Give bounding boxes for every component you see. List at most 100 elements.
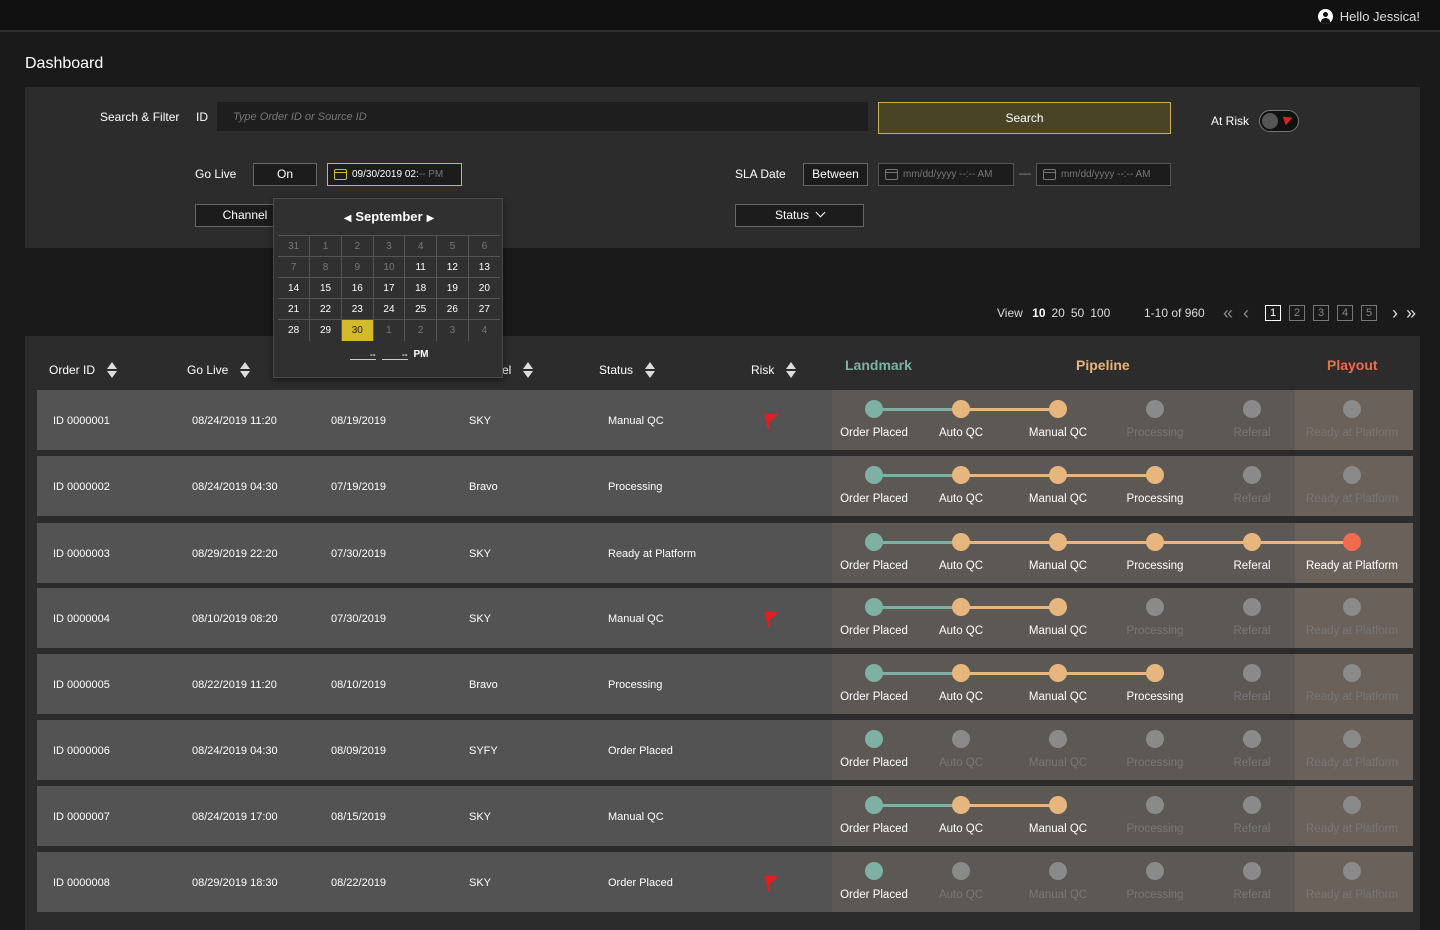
calendar-day[interactable]: 15 — [309, 277, 342, 299]
calendar-day[interactable]: 21 — [278, 298, 310, 320]
column-header-risk[interactable]: Risk — [751, 358, 797, 378]
last-page-icon[interactable]: » — [1406, 304, 1416, 322]
column-header-go-live[interactable]: Go Live — [187, 358, 251, 378]
calendar-day[interactable]: 1 — [372, 319, 405, 341]
id-search-input[interactable] — [217, 102, 868, 131]
progress-tracker: Order Placed Auto QC Manual QC Processing Re… — [832, 390, 1413, 450]
table-row[interactable]: ID 0000005 08/22/2019 11:20 08/10/2019 Brav… — [37, 654, 1413, 714]
table-row[interactable]: ID 0000008 08/29/2019 18:30 08/22/2019 SKY O… — [37, 852, 1413, 912]
calendar-day[interactable]: 9 — [340, 256, 374, 278]
order-id-cell: ID 0000007 — [53, 811, 110, 823]
calendar-day[interactable]: 23 — [340, 298, 374, 320]
first-page-icon[interactable]: « — [1223, 304, 1233, 322]
calendar-day[interactable]: 18 — [404, 277, 437, 299]
calendar-day[interactable]: 22 — [309, 298, 342, 320]
go-live-cell: 08/24/2019 04:30 — [192, 481, 278, 493]
calendar-day[interactable]: 30 — [340, 319, 374, 341]
page-size-option[interactable]: 100 — [1090, 306, 1110, 320]
next-month-icon[interactable]: ▶ — [427, 213, 435, 224]
risk-flag-icon — [764, 608, 781, 628]
calendar-day[interactable]: 8 — [309, 256, 342, 278]
calendar-day[interactable]: 27 — [467, 298, 500, 320]
calendar-day[interactable]: 16 — [340, 277, 374, 299]
calendar-day[interactable]: 13 — [467, 256, 500, 278]
stage-label: Auto QC — [938, 560, 984, 572]
channel-cell: SKY — [469, 613, 492, 625]
stage-dot — [1243, 796, 1261, 814]
sort-icon — [523, 362, 534, 378]
calendar-day[interactable]: 26 — [436, 298, 469, 320]
id-label: ID — [196, 110, 208, 124]
go-live-cell: 08/24/2019 04:30 — [192, 745, 278, 757]
calendar-day[interactable]: 20 — [467, 277, 500, 299]
playout-section — [1295, 720, 1413, 780]
calendar-day[interactable]: 14 — [278, 277, 310, 299]
calendar-week: 14 15 16 17 18 19 20 — [278, 277, 500, 299]
column-header-status[interactable]: Status — [599, 358, 656, 378]
order-id-cell: ID 0000006 — [53, 745, 110, 757]
ampm-toggle[interactable]: PM — [414, 349, 429, 360]
calendar-day[interactable]: 6 — [467, 235, 500, 257]
next-page-icon[interactable]: › — [1392, 304, 1398, 322]
go-live-mode-select[interactable]: On — [253, 163, 317, 186]
calendar-day[interactable]: 11 — [404, 256, 437, 278]
prev-month-icon[interactable]: ◀ — [344, 213, 352, 224]
table-row[interactable]: ID 0000002 08/24/2019 04:30 07/19/2019 Brav… — [37, 456, 1413, 516]
page-size-option[interactable]: 50 — [1071, 306, 1084, 320]
sla-to-input[interactable]: mm/dd/yyyy --:-- AM — [1036, 163, 1171, 186]
calendar-day[interactable]: 4 — [404, 235, 437, 257]
stage-label: Ready at Platform — [1305, 823, 1399, 835]
calendar-day[interactable]: 3 — [372, 235, 405, 257]
go-live-cell: 08/24/2019 17:00 — [192, 811, 278, 823]
date-picker-popup: ◀ September ▶ 31 1 2 3 4 5 6 7 8 9 10 11 12 13 14 15 16 17 1… — [273, 198, 503, 378]
table-row[interactable]: ID 0000006 08/24/2019 04:30 08/09/2019 SYFY… — [37, 720, 1413, 780]
minute-input[interactable]: -- — [381, 350, 408, 360]
stage-dot — [1146, 533, 1164, 551]
calendar-day[interactable]: 2 — [340, 235, 374, 257]
sla-from-input[interactable]: mm/dd/yyyy --:-- AM — [878, 163, 1014, 186]
page-number-button[interactable]: 1 — [1265, 305, 1281, 321]
view-label: View — [997, 306, 1023, 320]
progress-connector — [961, 541, 1058, 544]
calendar-day[interactable]: 1 — [309, 235, 342, 257]
page-number-button[interactable]: 4 — [1337, 305, 1353, 321]
calendar-day[interactable]: 28 — [278, 319, 310, 341]
calendar-day[interactable]: 17 — [372, 277, 405, 299]
calendar-day[interactable]: 25 — [404, 298, 437, 320]
calendar-day[interactable]: 7 — [278, 256, 310, 278]
status-filter-label: Status — [774, 208, 810, 222]
sla-mode-select[interactable]: Between — [803, 163, 868, 186]
page-number-button[interactable]: 2 — [1289, 305, 1305, 321]
prev-page-icon[interactable]: ‹ — [1243, 304, 1249, 322]
playout-section — [1295, 786, 1413, 846]
table-row[interactable]: ID 0000007 08/24/2019 17:00 08/15/2019 SKY M… — [37, 786, 1413, 846]
column-header-order-id[interactable]: Order ID — [49, 358, 118, 378]
calendar-day[interactable]: 12 — [436, 256, 469, 278]
table-row[interactable]: ID 0000001 08/24/2019 11:20 08/19/2019 SKY M… — [37, 390, 1413, 450]
page-number-button[interactable]: 5 — [1361, 305, 1377, 321]
calendar-day[interactable]: 31 — [278, 235, 310, 257]
calendar-day[interactable]: 10 — [372, 256, 405, 278]
calendar-day[interactable]: 24 — [372, 298, 405, 320]
stage-dot — [952, 598, 970, 616]
at-risk-toggle[interactable] — [1259, 110, 1299, 132]
page-size-option[interactable]: 20 — [1052, 306, 1065, 320]
user-menu[interactable]: Hello Jessica! — [1317, 9, 1420, 24]
hour-input[interactable]: -- — [349, 350, 376, 360]
calendar-day[interactable]: 3 — [436, 319, 469, 341]
calendar-day[interactable]: 2 — [404, 319, 437, 341]
search-button[interactable]: Search — [878, 102, 1171, 134]
go-live-date-input[interactable]: 09/30/2019 02:-- PM — [327, 163, 462, 186]
status-filter-button[interactable]: Status — [735, 204, 864, 227]
table-row[interactable]: ID 0000003 08/29/2019 22:20 07/30/2019 SKY R… — [37, 523, 1413, 583]
calendar-day[interactable]: 5 — [436, 235, 469, 257]
stage-dot — [952, 400, 970, 418]
calendar-day[interactable]: 19 — [436, 277, 469, 299]
calendar-day[interactable]: 29 — [309, 319, 342, 341]
table-row[interactable]: ID 0000004 08/10/2019 08:20 07/30/2019 SKY M… — [37, 588, 1413, 648]
column-header-channel[interactable]: el — [502, 358, 534, 378]
page-number-button[interactable]: 3 — [1313, 305, 1329, 321]
calendar-week: 28 29 30 1 2 3 4 — [278, 319, 500, 341]
page-size-option[interactable]: 10 — [1032, 306, 1045, 320]
calendar-day[interactable]: 4 — [467, 319, 500, 341]
